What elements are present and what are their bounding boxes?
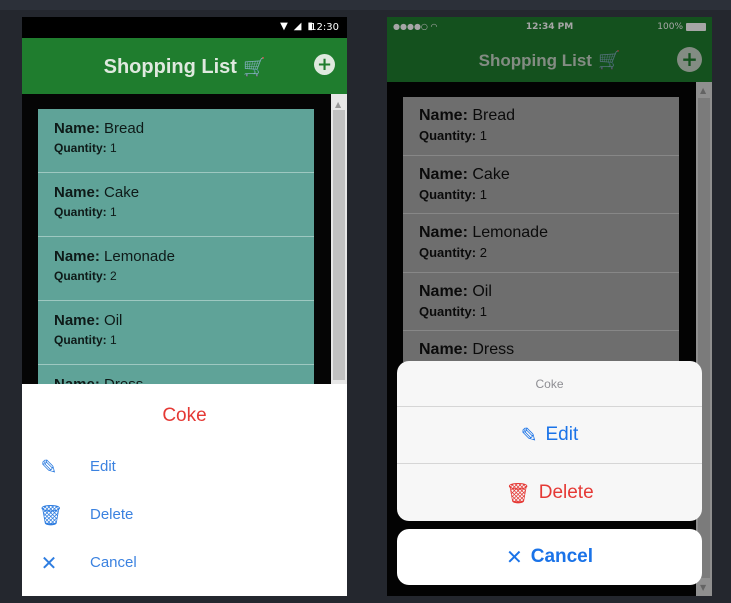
android-phone: ▼ ◢ ▮ 12:30 Shopping List 🛒 + Name: Bread… xyxy=(22,17,347,596)
status-bar: ▼ ◢ ▮ 12:30 xyxy=(22,17,347,38)
close-icon: ✕ xyxy=(505,545,523,569)
item-quantity: 1 xyxy=(110,205,117,219)
name-label: Name: xyxy=(54,248,100,265)
cancel-button[interactable]: ✕ Cancel xyxy=(397,529,702,585)
cancel-label: Cancel xyxy=(90,554,137,571)
item-quantity: 2 xyxy=(110,269,117,283)
quantity-label: Quantity: xyxy=(54,141,107,155)
delete-label: Delete xyxy=(90,506,134,523)
item-name: Cake xyxy=(104,184,140,201)
pencil-icon: ✎ xyxy=(520,423,538,447)
list-item[interactable]: Name: Oil Quantity: 1 xyxy=(38,301,314,365)
delete-button[interactable]: 🗑 Delete xyxy=(22,495,347,535)
cancel-label: Cancel xyxy=(530,546,594,567)
list-container: Name: Bread Quantity: 1 Name: Cake Quant… xyxy=(22,94,347,429)
pencil-icon: ✎ xyxy=(40,455,58,479)
name-label: Name: xyxy=(54,120,100,137)
edit-label: Edit xyxy=(545,424,579,445)
sheet-title: Coke xyxy=(162,405,207,426)
ios-phone: ●●●●○ ◠ 12:34 PM 100% Shopping List 🛒 + N… xyxy=(387,17,712,596)
top-bar xyxy=(0,0,731,10)
list-item[interactable]: Name: Bread Quantity: 1 xyxy=(38,109,314,173)
item-quantity: 1 xyxy=(110,333,117,347)
delete-button[interactable]: 🗑 Delete xyxy=(397,464,702,521)
close-icon: ✕ xyxy=(40,551,58,575)
add-circle-icon[interactable]: + xyxy=(314,54,335,75)
edit-button[interactable]: ✎ Edit xyxy=(22,447,347,487)
app-header: Shopping List 🛒 + xyxy=(22,38,347,94)
wifi-icon: ▼ xyxy=(280,21,288,32)
shopping-list: Name: Bread Quantity: 1 Name: Cake Quant… xyxy=(38,109,314,429)
edit-button[interactable]: ✎ Edit xyxy=(397,407,702,464)
scrollbar[interactable]: ▲ xyxy=(331,94,347,384)
list-item[interactable]: Name: Lemonade Quantity: 2 xyxy=(38,237,314,301)
name-label: Name: xyxy=(54,184,100,201)
scroll-up-icon[interactable]: ▲ xyxy=(335,100,341,109)
list-item[interactable]: Name: Cake Quantity: 1 xyxy=(38,173,314,237)
scrollbar-thumb[interactable] xyxy=(333,110,345,380)
signal-icon: ◢ xyxy=(293,21,302,32)
delete-label: Delete xyxy=(538,481,594,503)
name-label: Name: xyxy=(54,312,100,329)
quantity-label: Quantity: xyxy=(54,205,107,219)
status-time: 12:30 xyxy=(310,22,339,33)
action-sheet: Coke ✎ Edit 🗑 Delete xyxy=(397,361,702,521)
bottom-sheet: Coke ✎ Edit 🗑 Delete ✕ Cancel xyxy=(22,384,347,596)
item-name: Bread xyxy=(104,120,145,137)
quantity-label: Quantity: xyxy=(54,269,107,283)
cart-icon: 🛒 xyxy=(242,57,266,78)
cancel-button[interactable]: ✕ Cancel xyxy=(22,543,347,583)
item-name: Oil xyxy=(104,312,123,329)
status-icons: ▼ ◢ ▮ xyxy=(280,21,313,32)
edit-label: Edit xyxy=(90,458,116,475)
page-title-text: Shopping List xyxy=(103,56,237,78)
item-name: Lemonade xyxy=(104,248,175,265)
action-sheet-title: Coke xyxy=(397,361,702,407)
item-quantity: 1 xyxy=(110,141,117,155)
page-title: Shopping List 🛒 xyxy=(22,56,347,79)
trash-icon: 🗑 xyxy=(38,503,64,527)
quantity-label: Quantity: xyxy=(54,333,107,347)
trash-icon: 🗑 xyxy=(505,480,531,505)
